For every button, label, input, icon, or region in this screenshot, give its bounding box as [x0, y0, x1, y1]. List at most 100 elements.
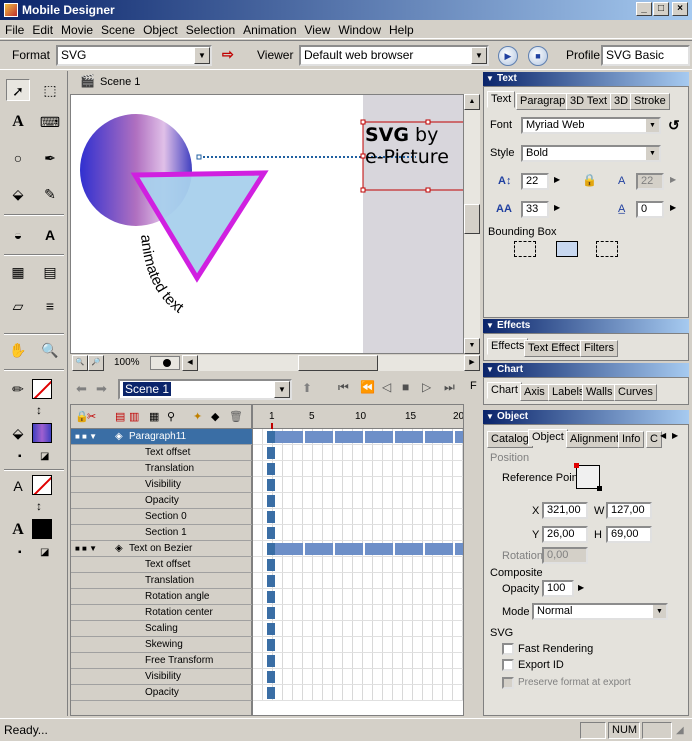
fill-bucket-icon[interactable]: ⬙ — [6, 183, 30, 205]
opacity-field[interactable]: 100 — [542, 580, 574, 597]
layer-row[interactable]: Rotation angle — [71, 589, 253, 605]
layer-row[interactable]: ■ ■ ▼ ◈ Text on Bezier — [71, 541, 253, 557]
chart-panel-header[interactable]: ▼ Chart — [483, 363, 689, 377]
layer-props-icon[interactable]: ▦ — [149, 410, 159, 423]
marquee-select-icon[interactable]: ⬚ — [38, 79, 62, 101]
menu-view[interactable]: View — [300, 20, 334, 38]
layer-toggle-icon[interactable]: ■ ■ ▼ — [75, 429, 97, 444]
keyframe-marker[interactable] — [267, 559, 275, 571]
keyframe-icon[interactable]: ◆ — [211, 410, 219, 423]
layer-toggle-icon[interactable]: ■ ■ ▼ — [75, 541, 97, 556]
zoom-slider[interactable] — [150, 356, 180, 370]
canvas-vertical-scrollbar[interactable]: ▲ ▼ — [464, 94, 480, 354]
text-panel-header[interactable]: ▼ Text — [483, 72, 689, 86]
prev-frame-icon[interactable]: ◁ — [382, 380, 391, 394]
keyframe-marker[interactable] — [267, 591, 275, 603]
menu-edit[interactable]: Edit — [27, 20, 56, 38]
frame-row[interactable] — [253, 621, 463, 637]
stage-canvas[interactable]: animated text SVG by e-Picture — [70, 94, 464, 354]
zoom-out-icon[interactable]: 🔍 — [72, 355, 88, 371]
last-frame-icon[interactable]: ⏭ — [444, 380, 455, 395]
minimize-button[interactable]: _ — [636, 2, 652, 16]
text-frame-icon[interactable]: ⌨ — [38, 111, 62, 133]
up-arrow-icon[interactable]: ⬆ — [302, 381, 312, 395]
hscroll-thumb[interactable] — [298, 355, 378, 371]
layer-row[interactable]: Visibility — [71, 669, 253, 685]
canvas-svg-text[interactable]: SVG by e-Picture — [365, 124, 449, 168]
frame-span[interactable] — [275, 431, 463, 443]
pen-tool-icon[interactable]: ✒ — [38, 147, 62, 169]
layer-row[interactable]: Translation — [71, 461, 253, 477]
path-handle[interactable] — [196, 154, 202, 160]
tracking-field[interactable]: 0 — [636, 201, 664, 218]
layer-row[interactable]: Opacity — [71, 493, 253, 509]
keyframe-marker[interactable] — [267, 543, 275, 555]
keyframe-marker[interactable] — [267, 527, 275, 539]
kerning-field[interactable]: 22 — [636, 173, 664, 190]
forward-arrow-icon[interactable]: ➡ — [96, 381, 107, 397]
hand-tool-icon[interactable]: ✋ — [6, 339, 30, 361]
bbox-fit-icon[interactable] — [514, 241, 536, 257]
swap-small-icon[interactable]: ◪ — [40, 547, 49, 558]
stop-icon[interactable]: ■ — [402, 380, 409, 394]
text-stroke-icon[interactable]: A — [6, 475, 30, 497]
layer-row[interactable]: Opacity — [71, 685, 253, 701]
h-field[interactable]: 69,00 — [606, 526, 652, 543]
menu-window[interactable]: Window — [333, 20, 384, 38]
keyframe-marker[interactable] — [267, 671, 275, 683]
selection-handle[interactable] — [425, 187, 431, 193]
text-fill-icon[interactable]: A — [6, 519, 30, 541]
hscroll-right-icon[interactable]: ▶ — [464, 355, 480, 371]
tab-object[interactable]: Object — [528, 429, 568, 446]
menu-file[interactable]: File — [0, 20, 27, 38]
frame-row[interactable] — [253, 589, 463, 605]
zoom-value[interactable]: 100% — [114, 357, 140, 368]
tab-filters[interactable]: Filters — [580, 340, 618, 357]
menu-movie[interactable]: Movie — [56, 20, 96, 38]
preserve-format-checkbox[interactable] — [502, 677, 514, 689]
keyframe-marker[interactable] — [267, 655, 275, 667]
tab-text-effect[interactable]: Text Effect — [524, 340, 584, 357]
scroll-thumb[interactable] — [464, 204, 480, 234]
tab-3d[interactable]: 3D — [610, 93, 633, 110]
eraser-icon[interactable]: ▱ — [6, 295, 30, 317]
reference-point-grid[interactable] — [574, 463, 602, 491]
profile-select[interactable]: SVG Basic — [601, 45, 690, 66]
frame-row[interactable] — [253, 429, 463, 445]
chart-tool-icon[interactable]: ◒ — [6, 224, 30, 246]
layer-row[interactable]: Visibility — [71, 477, 253, 493]
keyframe-marker[interactable] — [267, 463, 275, 475]
style-select[interactable]: Bold ▼ — [521, 145, 661, 162]
keyframe-marker[interactable] — [267, 687, 275, 699]
back-arrow-icon[interactable]: ⬅ — [76, 381, 87, 397]
tab-effects[interactable]: Effects — [487, 338, 529, 355]
frame-row[interactable] — [253, 557, 463, 573]
new-layer-icon[interactable]: ▤ — [115, 410, 125, 423]
effects-panel-header[interactable]: ▼ Effects — [483, 319, 689, 333]
lock-icon[interactable]: 🔒 — [582, 173, 597, 187]
menu-scene[interactable]: Scene — [96, 20, 138, 38]
keyframe-marker[interactable] — [267, 623, 275, 635]
collapse-icon[interactable]: ▼ — [486, 319, 494, 333]
scene-select[interactable]: Scene 1 ▼ — [118, 379, 292, 400]
y-field[interactable]: 26,00 — [542, 526, 588, 543]
layer-row[interactable]: Scaling — [71, 621, 253, 637]
frame-row[interactable] — [253, 669, 463, 685]
bbox-horizontal-icon[interactable] — [556, 241, 578, 257]
select-arrow-icon[interactable]: ➚ — [6, 79, 30, 101]
symbol-tool-icon[interactable]: ▦ — [6, 261, 30, 283]
stroke-color-swatch[interactable] — [32, 379, 52, 399]
text-fill-swatch[interactable] — [32, 519, 52, 539]
frame-row[interactable] — [253, 653, 463, 669]
fast-rendering-checkbox[interactable] — [502, 643, 514, 655]
tab-walls[interactable]: Walls — [582, 384, 617, 401]
keyframe-marker[interactable] — [267, 431, 275, 443]
layer-row[interactable]: Rotation center — [71, 605, 253, 621]
layer-row[interactable]: ■ ■ ▼ ◈ Paragraph11 — [71, 429, 253, 445]
leading-field[interactable]: 33 — [521, 201, 549, 218]
zoom-in-icon[interactable]: 🔎 — [88, 355, 104, 371]
font-size-arrow-icon[interactable]: ▶ — [554, 175, 560, 184]
tab-3d-text[interactable]: 3D Text — [566, 93, 612, 110]
default-colors-icon[interactable]: ▪ — [18, 451, 22, 462]
menu-animation[interactable]: Animation — [238, 20, 299, 38]
